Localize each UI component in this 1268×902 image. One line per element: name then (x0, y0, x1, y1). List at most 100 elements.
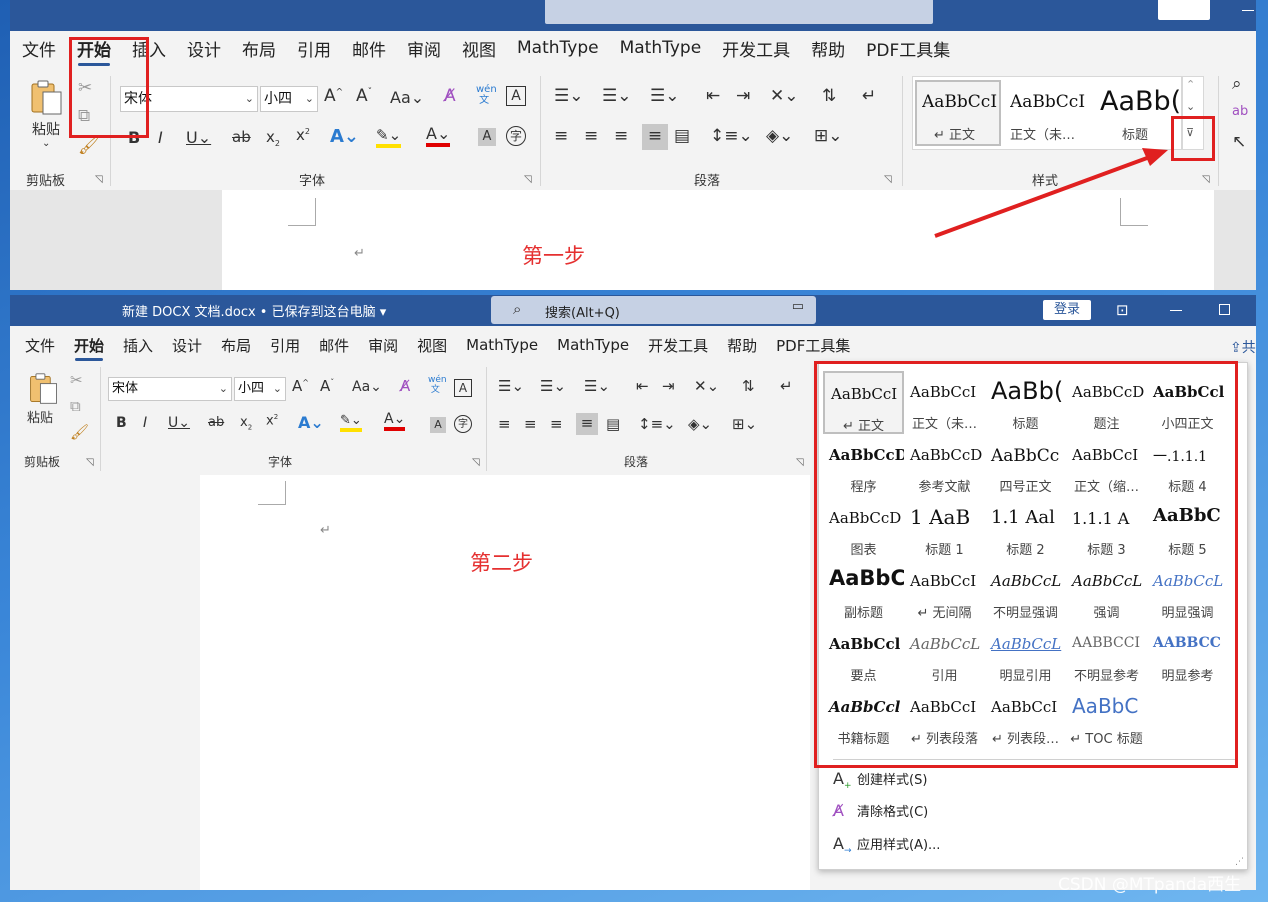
apply-style-item[interactable]: A→ 应用样式(A)... (833, 834, 940, 856)
distributed-icon[interactable]: ▤ (674, 126, 690, 146)
style-preview[interactable]: AaBb( (1100, 86, 1184, 117)
clear-format-icon[interactable]: A̸ (400, 377, 410, 395)
tab-2[interactable]: 插入 (123, 335, 153, 356)
change-case-icon[interactable]: Aa⌄ (390, 88, 424, 107)
increase-indent-icon[interactable]: ⇥ (662, 377, 675, 395)
decrease-indent-icon[interactable]: ⇤ (706, 86, 720, 106)
minimize-icon[interactable] (1170, 310, 1182, 311)
bullets-icon[interactable]: ☰⌄ (498, 377, 524, 395)
paragraph-launcher-icon[interactable]: ◹ (796, 457, 804, 468)
document-title[interactable]: 新建 DOCX 文档.docx • 已保存到这台电脑 ▾ (122, 301, 386, 320)
show-marks-icon[interactable]: ↵ (780, 377, 793, 395)
tab-0[interactable]: 文件 (22, 36, 56, 61)
format-painter-icon[interactable]: 🖌 (70, 423, 89, 441)
tab-6[interactable]: 邮件 (352, 36, 386, 61)
multilevel-list-icon[interactable]: ☰⌄ (584, 377, 610, 395)
justify-icon[interactable]: ≡ (576, 413, 598, 435)
superscript-icon[interactable]: x2 (296, 126, 310, 144)
tab-8[interactable]: 视图 (462, 36, 496, 61)
tab-5[interactable]: 引用 (270, 335, 300, 356)
style-preview[interactable]: AaBbCcI (1010, 92, 1094, 112)
tab-3[interactable]: 设计 (187, 36, 221, 61)
cut-icon[interactable]: ✂ (70, 371, 83, 389)
align-center-icon[interactable]: ≡ (584, 126, 598, 146)
numbering-icon[interactable]: ☰⌄ (602, 86, 631, 106)
clipboard-launcher-icon[interactable]: ◹ (95, 174, 103, 185)
shading-icon[interactable]: ◈⌄ (766, 126, 793, 146)
copy-icon[interactable]: ⧉ (70, 397, 81, 415)
underline-icon[interactable]: U⌄ (186, 128, 211, 147)
change-case-icon[interactable]: Aa⌄ (352, 379, 382, 395)
paragraph-launcher-icon[interactable]: ◹ (884, 174, 892, 185)
line-spacing-icon[interactable]: ↕≡⌄ (638, 415, 676, 433)
increase-indent-icon[interactable]: ⇥ (736, 86, 750, 106)
tab-7[interactable]: 审阅 (368, 335, 398, 356)
maximize-icon[interactable] (1219, 304, 1230, 315)
align-right-icon[interactable]: ≡ (614, 126, 628, 146)
highlight-icon[interactable]: ✎⌄ (376, 126, 402, 148)
search-box-cropped[interactable] (545, 0, 933, 24)
borders-icon[interactable]: ⊞⌄ (732, 415, 757, 433)
clear-format-item[interactable]: A̸ 清除格式(C) (833, 801, 928, 820)
find-icon[interactable]: ⌕ (1232, 74, 1242, 94)
tab-11[interactable]: 开发工具 (722, 36, 790, 61)
select-icon[interactable]: ↖ (1232, 132, 1246, 152)
tab-9[interactable]: MathType (466, 336, 538, 354)
grow-font-icon[interactable]: A^ (324, 86, 343, 106)
paste-label[interactable]: 粘贴 (27, 407, 53, 426)
tab-1[interactable]: 开始 (74, 335, 104, 361)
resize-grip-icon[interactable]: ⋰ (1235, 857, 1244, 867)
tab-9[interactable]: MathType (517, 38, 599, 58)
create-style-item[interactable]: A+ 创建样式(S) (833, 769, 927, 791)
char-shading-icon[interactable]: A (430, 417, 446, 433)
align-left-icon[interactable]: ≡ (498, 415, 511, 433)
char-border-icon[interactable]: A (506, 86, 526, 106)
text-effects-icon[interactable]: A⌄ (298, 413, 324, 432)
justify-icon[interactable]: ≡ (642, 124, 668, 150)
font-color-icon[interactable]: A⌄ (426, 124, 451, 147)
subscript-icon[interactable]: x2 (266, 128, 280, 148)
strikethrough-icon[interactable]: ab (208, 415, 224, 430)
char-border-icon[interactable]: A (454, 379, 472, 397)
tab-11[interactable]: 开发工具 (648, 335, 708, 356)
coauthor-icon[interactable]: ▭ (792, 299, 804, 314)
shading-icon[interactable]: ◈⌄ (688, 415, 712, 433)
tab-12[interactable]: 帮助 (811, 36, 845, 61)
font-launcher-icon[interactable]: ◹ (472, 457, 480, 468)
font-color-icon[interactable]: A⌄ (384, 411, 406, 431)
show-marks-icon[interactable]: ↵ (862, 86, 876, 106)
font-size-select[interactable]: 小四 ⌄ (260, 86, 318, 112)
text-effects-icon[interactable]: A⌄ (330, 126, 359, 147)
scroll-down-icon[interactable]: ⌄ (1186, 100, 1195, 113)
tab-13[interactable]: PDF工具集 (776, 335, 850, 356)
multilevel-list-icon[interactable]: ☰⌄ (650, 86, 679, 106)
style-preview[interactable]: AaBbCcI (922, 92, 1006, 112)
tab-8[interactable]: 视图 (417, 335, 447, 356)
tab-6[interactable]: 邮件 (319, 335, 349, 356)
tab-13[interactable]: PDF工具集 (866, 36, 950, 61)
document-page[interactable] (222, 190, 1214, 290)
search-box[interactable]: ⌕ 搜索(Alt+Q) ▭ (491, 296, 816, 324)
clear-format-icon[interactable]: A̸ (444, 86, 456, 106)
paste-icon[interactable] (27, 371, 63, 407)
superscript-icon[interactable]: x2 (266, 413, 278, 428)
font-name-select[interactable]: 宋体 ⌄ (108, 377, 232, 401)
replace-icon[interactable]: ab (1232, 104, 1248, 119)
underline-icon[interactable]: U⌄ (168, 415, 190, 431)
shrink-font-icon[interactable]: Aˇ (320, 377, 334, 395)
font-launcher-icon[interactable]: ◹ (524, 174, 532, 185)
styles-launcher-icon[interactable]: ◹ (1202, 174, 1210, 185)
sort-icon[interactable]: ⇅ (742, 377, 755, 395)
italic-icon[interactable]: I (158, 128, 163, 147)
numbering-icon[interactable]: ☰⌄ (540, 377, 566, 395)
asian-layout-icon[interactable]: ✕⌄ (770, 86, 799, 106)
highlight-icon[interactable]: ✎⌄ (340, 413, 362, 432)
enclose-char-icon[interactable]: 字 (454, 415, 472, 433)
font-size-select[interactable]: 小四 ⌄ (234, 377, 286, 401)
tab-4[interactable]: 布局 (221, 335, 251, 356)
distributed-icon[interactable]: ▤ (606, 415, 620, 433)
pinyin-guide-icon[interactable]: wén 文 (428, 375, 447, 395)
share-icon[interactable]: ⇪共 (1230, 337, 1256, 357)
pinyin-guide-icon[interactable]: wén 文 (476, 84, 497, 106)
line-spacing-icon[interactable]: ↕≡⌄ (710, 126, 753, 146)
